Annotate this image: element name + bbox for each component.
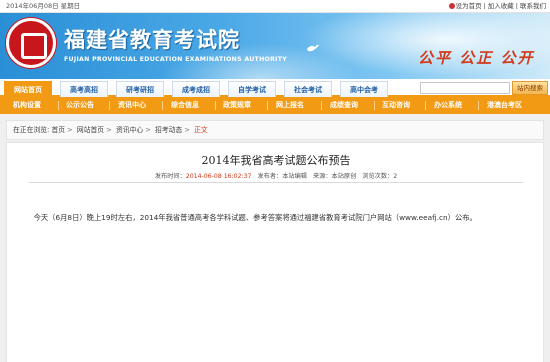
tab-social-exam[interactable]: 社会考试 — [284, 81, 332, 97]
nav-announcements[interactable]: 公示公告 — [66, 97, 94, 114]
top-links: 设为首页 | 加入收藏 | 联系我们 — [448, 0, 546, 13]
add-favorite-link[interactable]: 加入收藏 — [488, 2, 514, 10]
primary-nav: 网站首页 高考高招 研考研招 成考成招 自学考试 社会考试 高中会考 站内搜索 — [0, 79, 550, 97]
breadcrumb-prefix: 在正在浏览: — [13, 126, 50, 134]
view-count: 2 — [393, 173, 398, 180]
site-search-button[interactable]: 站内搜索 — [512, 81, 548, 95]
article-title: 2014年我省高考试题公布预告 — [201, 154, 351, 167]
tab-high-school-exam[interactable]: 高中会考 — [340, 81, 388, 97]
nav-score-query[interactable]: 成绩查询 — [330, 97, 358, 114]
tab-self-study-exam[interactable]: 自学考试 — [228, 81, 276, 97]
breadcrumb: 在正在浏览: 首页 > 网站首页 > 资讯中心 > 招考动态 > 正文 — [6, 120, 544, 140]
home-icon — [448, 3, 455, 9]
nav-online-registration[interactable]: 网上报名 — [276, 97, 304, 114]
tab-graduate-exam[interactable]: 研考研招 — [116, 81, 164, 97]
search-input[interactable] — [420, 82, 510, 94]
site-subtitle: FUJIAN PROVINCIAL EDUCATION EXAMINATIONS… — [64, 56, 288, 63]
article-meta: 发布时间：2014-06-08 16:02:37 发布者：本站编辑 来源：本站原创浏… — [154, 173, 398, 180]
site-title: 福建省教育考试院 — [64, 27, 240, 52]
article-panel: 2014年我省高考试题公布预告 发布时间：2014-06-08 16:02:37… — [6, 142, 544, 362]
tab-adult-exam[interactable]: 成考成招 — [172, 81, 220, 97]
nav-policy[interactable]: 政策规章 — [223, 97, 251, 114]
divider — [29, 182, 523, 183]
site-banner: 福建省教育考试院 FUJIAN PROVINCIAL EDUCATION EXA… — [0, 13, 550, 79]
slogan: 公平 公正 公开 — [418, 49, 535, 67]
nav-office-system[interactable]: 办公系统 — [434, 97, 462, 114]
breadcrumb-current: 正文 — [194, 126, 208, 134]
top-bar: 2014年06月08日 星期日 设为首页 | 加入收藏 | 联系我们 — [0, 0, 550, 13]
tab-home[interactable]: 网站首页 — [4, 81, 52, 97]
exam-authority-seal-icon[interactable] — [6, 18, 56, 68]
secondary-nav: 机构设置 公示公告 资讯中心 综合信息 政策规章 网上报名 成绩查询 互动咨询 … — [0, 97, 550, 114]
contact-us-link[interactable]: 联系我们 — [520, 2, 546, 10]
current-date: 2014年06月08日 星期日 — [6, 2, 81, 10]
nav-hk-macao-taiwan[interactable]: 港澳台考区 — [487, 97, 522, 114]
breadcrumb-site-home[interactable]: 网站首页 — [77, 126, 104, 134]
source: 本站原创 — [331, 173, 357, 180]
tab-gaokao[interactable]: 高考高招 — [60, 81, 108, 97]
breadcrumb-exam-news[interactable]: 招考动态 — [155, 126, 182, 134]
breadcrumb-home[interactable]: 首页 — [51, 126, 65, 134]
breadcrumb-news-center[interactable]: 资讯中心 — [116, 126, 143, 134]
set-homepage-link[interactable]: 设为首页 — [456, 2, 482, 10]
article-body: 今天（6月8日）晚上19时左右，2014年我省普通高考各学科试题、参考答案将通过… — [33, 213, 477, 222]
nav-general-info[interactable]: 综合信息 — [171, 97, 199, 114]
nav-org-structure[interactable]: 机构设置 — [13, 97, 41, 114]
publish-time: 2014-06-08 16:02:37 — [185, 173, 252, 180]
nav-news-center[interactable]: 资讯中心 — [118, 97, 146, 114]
publisher: 本站编辑 — [282, 173, 307, 180]
nav-interactive-consult[interactable]: 互动咨询 — [382, 97, 410, 114]
dove-icon — [307, 44, 319, 52]
